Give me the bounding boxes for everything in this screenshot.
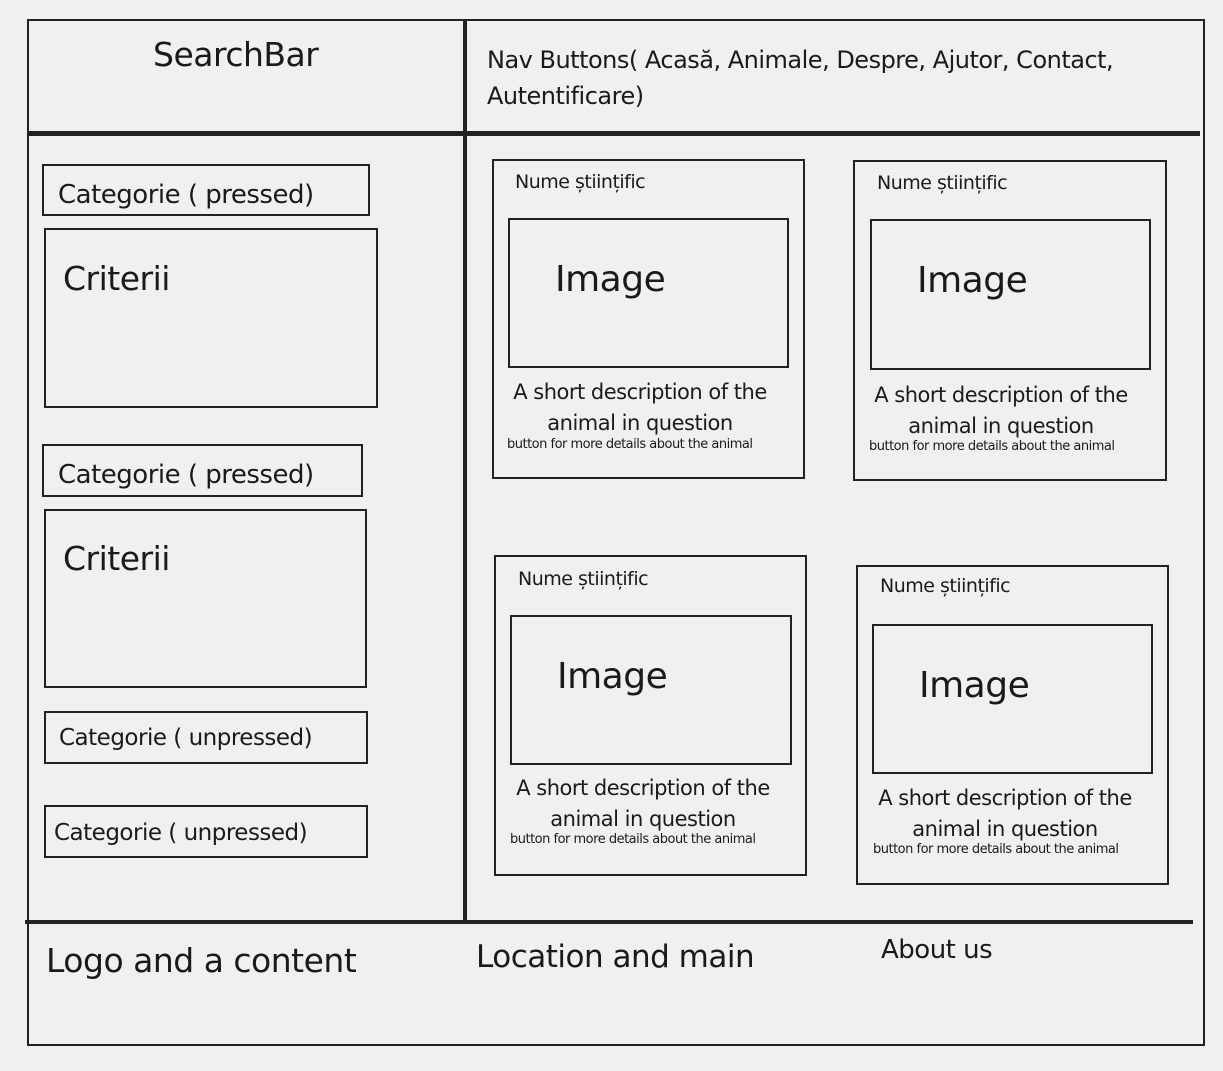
criteria-label: Criterii (63, 259, 170, 298)
category-label: Categorie ( unpressed) (59, 725, 313, 751)
criteria-panel[interactable]: Criterii (44, 509, 367, 688)
scientific-name: Nume științific (877, 172, 1008, 194)
animal-description: A short description of the animal in que… (513, 380, 767, 435)
footer-logo-content: Logo and a content (46, 941, 357, 980)
animal-description: A short description of the animal in que… (878, 786, 1132, 841)
scientific-name: Nume științific (880, 575, 1011, 597)
details-button[interactable]: button for more details about the animal (510, 833, 756, 846)
scientific-name: Nume științific (515, 171, 646, 193)
category-pressed-button[interactable]: Categorie ( pressed) (42, 444, 363, 497)
animal-card: Nume științific Image A short descriptio… (492, 159, 805, 479)
animal-card: Nume științific Image A short descriptio… (494, 555, 807, 876)
animal-image: Image (508, 218, 789, 368)
category-label: Categorie ( pressed) (58, 180, 314, 210)
footer-about-us[interactable]: About us (881, 937, 993, 963)
category-unpressed-button[interactable]: Categorie ( unpressed) (44, 711, 368, 764)
animal-image: Image (870, 219, 1151, 370)
image-placeholder-label: Image (919, 665, 1030, 706)
details-button[interactable]: button for more details about the animal (507, 438, 753, 451)
category-unpressed-button[interactable]: Categorie ( unpressed) (44, 805, 368, 858)
animal-description: A short description of the animal in que… (516, 776, 770, 831)
image-placeholder-label: Image (917, 260, 1028, 301)
criteria-panel[interactable]: Criterii (44, 228, 378, 408)
animal-card: Nume științific Image A short descriptio… (856, 565, 1169, 885)
nav-buttons-line-2[interactable]: Autentificare) (487, 84, 644, 108)
category-label: Categorie ( unpressed) (54, 820, 308, 846)
animal-description: A short description of the animal in que… (874, 383, 1128, 438)
criteria-label: Criterii (63, 539, 170, 578)
animal-card: Nume științific Image A short descriptio… (853, 160, 1167, 481)
footer-divider (25, 920, 1193, 924)
sidebar-divider (463, 19, 467, 922)
details-button[interactable]: button for more details about the animal (869, 440, 1115, 453)
image-placeholder-label: Image (555, 259, 666, 300)
header-divider (27, 131, 1200, 136)
category-pressed-button[interactable]: Categorie ( pressed) (42, 164, 370, 216)
footer-location: Location and main (476, 939, 755, 975)
animal-image: Image (510, 615, 792, 765)
scientific-name: Nume științific (518, 568, 649, 590)
image-placeholder-label: Image (557, 656, 668, 697)
animal-image: Image (872, 624, 1153, 774)
details-button[interactable]: button for more details about the animal (873, 843, 1119, 856)
category-label: Categorie ( pressed) (58, 460, 314, 490)
nav-buttons-line-1[interactable]: Nav Buttons( Acasă, Animale, Despre, Aju… (487, 48, 1114, 72)
search-bar[interactable]: SearchBar (153, 38, 319, 71)
